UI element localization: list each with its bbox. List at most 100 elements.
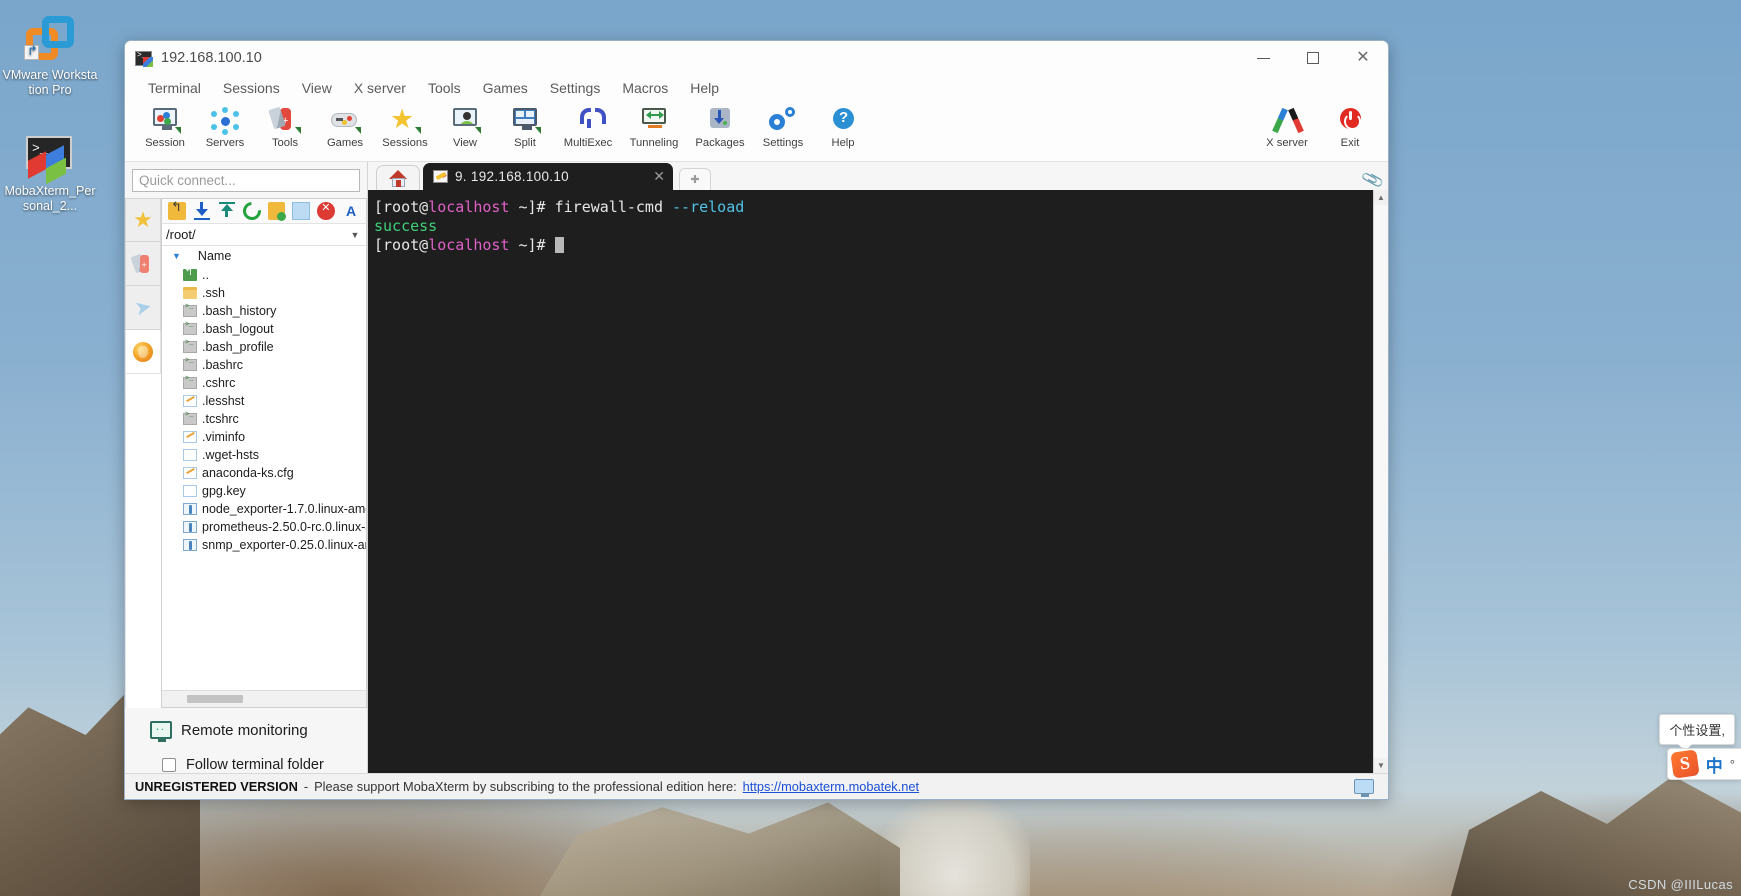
home-tab[interactable] [376, 165, 420, 190]
toolbar-servers-button[interactable]: Servers [195, 103, 255, 149]
ime-mode-label[interactable]: 中 [1706, 752, 1723, 777]
sidebar-tab-sftp[interactable] [125, 330, 161, 374]
new-folder-icon[interactable] [267, 202, 287, 221]
settings-gear-icon [766, 106, 800, 136]
new-tab-button[interactable]: ✚ [679, 168, 711, 190]
scrollbar-thumb[interactable] [187, 695, 243, 703]
toolbar-exit-button[interactable]: Exit [1320, 103, 1380, 149]
checkbox-box[interactable] [162, 758, 176, 772]
display-icon [1354, 779, 1374, 797]
toolbar-x-server-button[interactable]: X server [1254, 103, 1320, 149]
list-item[interactable]: .. [162, 265, 366, 284]
mobatek-link[interactable]: https://mobaxterm.mobatek.net [743, 779, 919, 794]
terminal-output[interactable]: [root@localhost ~]# firewall-cmd --reloa… [368, 190, 1373, 773]
follow-terminal-folder-checkbox[interactable]: Follow terminal folder [125, 739, 367, 773]
status-dash: - [303, 779, 309, 794]
menu-games[interactable]: Games [472, 78, 539, 98]
menu-sessions[interactable]: Sessions [212, 78, 291, 98]
sidebar-tab-tools[interactable] [125, 242, 161, 286]
sidebar-tab-macros[interactable]: ➤ [125, 286, 161, 330]
font-a-icon[interactable]: A [342, 202, 360, 220]
menu-view[interactable]: View [291, 78, 343, 98]
menu-x-server[interactable]: X server [343, 78, 417, 98]
toolbar-help-button[interactable]: Help [813, 103, 873, 149]
list-item[interactable]: prometheus-2.50.0-rc.0.linux-a [162, 518, 366, 536]
toolbar-settings-button[interactable]: Settings [753, 103, 813, 149]
sidebar-footer: Remote monitoring Follow terminal folder [125, 708, 367, 773]
desktop-icon-vmware[interactable]: VMware Workstation Pro [2, 14, 98, 98]
delete-icon[interactable] [317, 201, 336, 220]
tab-label: 9. 192.168.100.10 [455, 169, 569, 184]
file-name: .. [202, 268, 209, 282]
toolbar-split-button[interactable]: Split [495, 103, 555, 149]
terminal-panel: 9. 192.168.100.10 ✕ ✚ 📎 [root@localhost … [368, 162, 1388, 773]
menu-terminal[interactable]: Terminal [137, 78, 212, 98]
terminal-scrollbar[interactable]: ▲ ▼ [1373, 190, 1388, 773]
list-item[interactable]: .viminfo [162, 428, 366, 446]
download-icon[interactable] [193, 202, 211, 220]
terminal-area: [root@localhost ~]# firewall-cmd --reloa… [368, 190, 1388, 773]
menu-tools[interactable]: Tools [417, 78, 472, 98]
list-item[interactable]: snmp_exporter-0.25.0.linux-am [162, 536, 366, 554]
upload-icon[interactable] [218, 202, 236, 220]
list-item[interactable]: .bashrc [162, 356, 366, 374]
scroll-down-icon[interactable]: ▼ [1374, 758, 1388, 773]
toolbar-tunneling-button[interactable]: Tunneling [621, 103, 687, 149]
folder-up-icon[interactable] [168, 199, 186, 220]
toolbar-view-button[interactable]: View [435, 103, 495, 149]
tab-session-192-168-100-10[interactable]: 9. 192.168.100.10 ✕ [423, 163, 673, 190]
tab-bar: 9. 192.168.100.10 ✕ ✚ 📎 [368, 162, 1388, 192]
toolbar-session-button[interactable]: Session [135, 103, 195, 149]
close-tab-icon[interactable]: ✕ [653, 168, 665, 185]
toolbar-multiexec-button[interactable]: MultiExec [555, 103, 621, 149]
status-bar: UNREGISTERED VERSION - Please support Mo… [125, 773, 1388, 799]
sidebar-tab-sessions[interactable]: ★ [125, 198, 161, 242]
quick-connect-input[interactable]: Quick connect... [132, 169, 360, 192]
terminal-line: success [374, 217, 438, 235]
file-name: .viminfo [202, 430, 246, 444]
menu-macros[interactable]: Macros [611, 78, 679, 98]
list-item[interactable]: node_exporter-1.7.0.linux-amd [162, 500, 366, 518]
sogou-logo-icon[interactable]: S [1670, 749, 1700, 779]
file-column-header[interactable]: ▼ Name [162, 246, 366, 265]
path-combobox[interactable]: /root/ ▼ [162, 224, 366, 246]
desktop-icon-label: VMware Workstation Pro [2, 68, 98, 97]
remote-monitoring-button[interactable]: Remote monitoring [125, 718, 367, 742]
toolbar-packages-button[interactable]: Packages [687, 103, 753, 149]
window-titlebar[interactable]: 192.168.100.10 ✕ [125, 41, 1388, 75]
sogou-ime-bar[interactable]: S 中 ° [1666, 748, 1741, 780]
list-item[interactable]: .lesshst [162, 392, 366, 410]
ime-extra-label[interactable]: ° [1730, 757, 1735, 772]
toolbar-games-button[interactable]: Games [315, 103, 375, 149]
help-icon [826, 106, 860, 136]
list-item[interactable]: .bash_logout [162, 320, 366, 338]
file-list-horizontal-scrollbar[interactable] [162, 690, 366, 707]
list-item[interactable]: .tcshrc [162, 410, 366, 428]
menu-help[interactable]: Help [679, 78, 730, 98]
list-item[interactable]: .wget-hsts [162, 446, 366, 464]
toolbar-tools-button[interactable]: Tools [255, 103, 315, 149]
list-item[interactable]: .ssh [162, 284, 366, 302]
minimize-button[interactable] [1238, 41, 1288, 75]
maximize-button[interactable] [1288, 41, 1338, 75]
list-item[interactable]: .cshrc [162, 374, 366, 392]
list-item[interactable]: .bash_profile [162, 338, 366, 356]
scroll-up-icon[interactable]: ▲ [1374, 190, 1388, 205]
mobaxterm-window: 192.168.100.10 ✕ Terminal Sessions View … [124, 40, 1389, 800]
list-item[interactable]: gpg.key [162, 482, 366, 500]
list-item[interactable]: anaconda-ks.cfg [162, 464, 366, 482]
file-list[interactable]: .. .ssh .bash_history .bash_logout .bash… [162, 265, 366, 690]
packages-icon [703, 106, 737, 136]
menu-settings[interactable]: Settings [539, 78, 612, 98]
scrollbar-track[interactable] [1374, 205, 1388, 758]
toolbar-sessions-button[interactable]: ★ Sessions [375, 103, 435, 150]
vmware-icon [24, 14, 76, 64]
exit-power-icon [1333, 106, 1367, 136]
desktop-icon-mobaxterm[interactable]: MobaXterm_Personal_2... [2, 130, 98, 214]
refresh-icon[interactable] [238, 198, 265, 224]
file-name: .tcshrc [202, 412, 239, 426]
close-button[interactable]: ✕ [1338, 41, 1388, 75]
new-file-icon[interactable] [292, 202, 311, 220]
list-item[interactable]: .bash_history [162, 302, 366, 320]
toolbar-label: Tunneling [629, 137, 679, 149]
